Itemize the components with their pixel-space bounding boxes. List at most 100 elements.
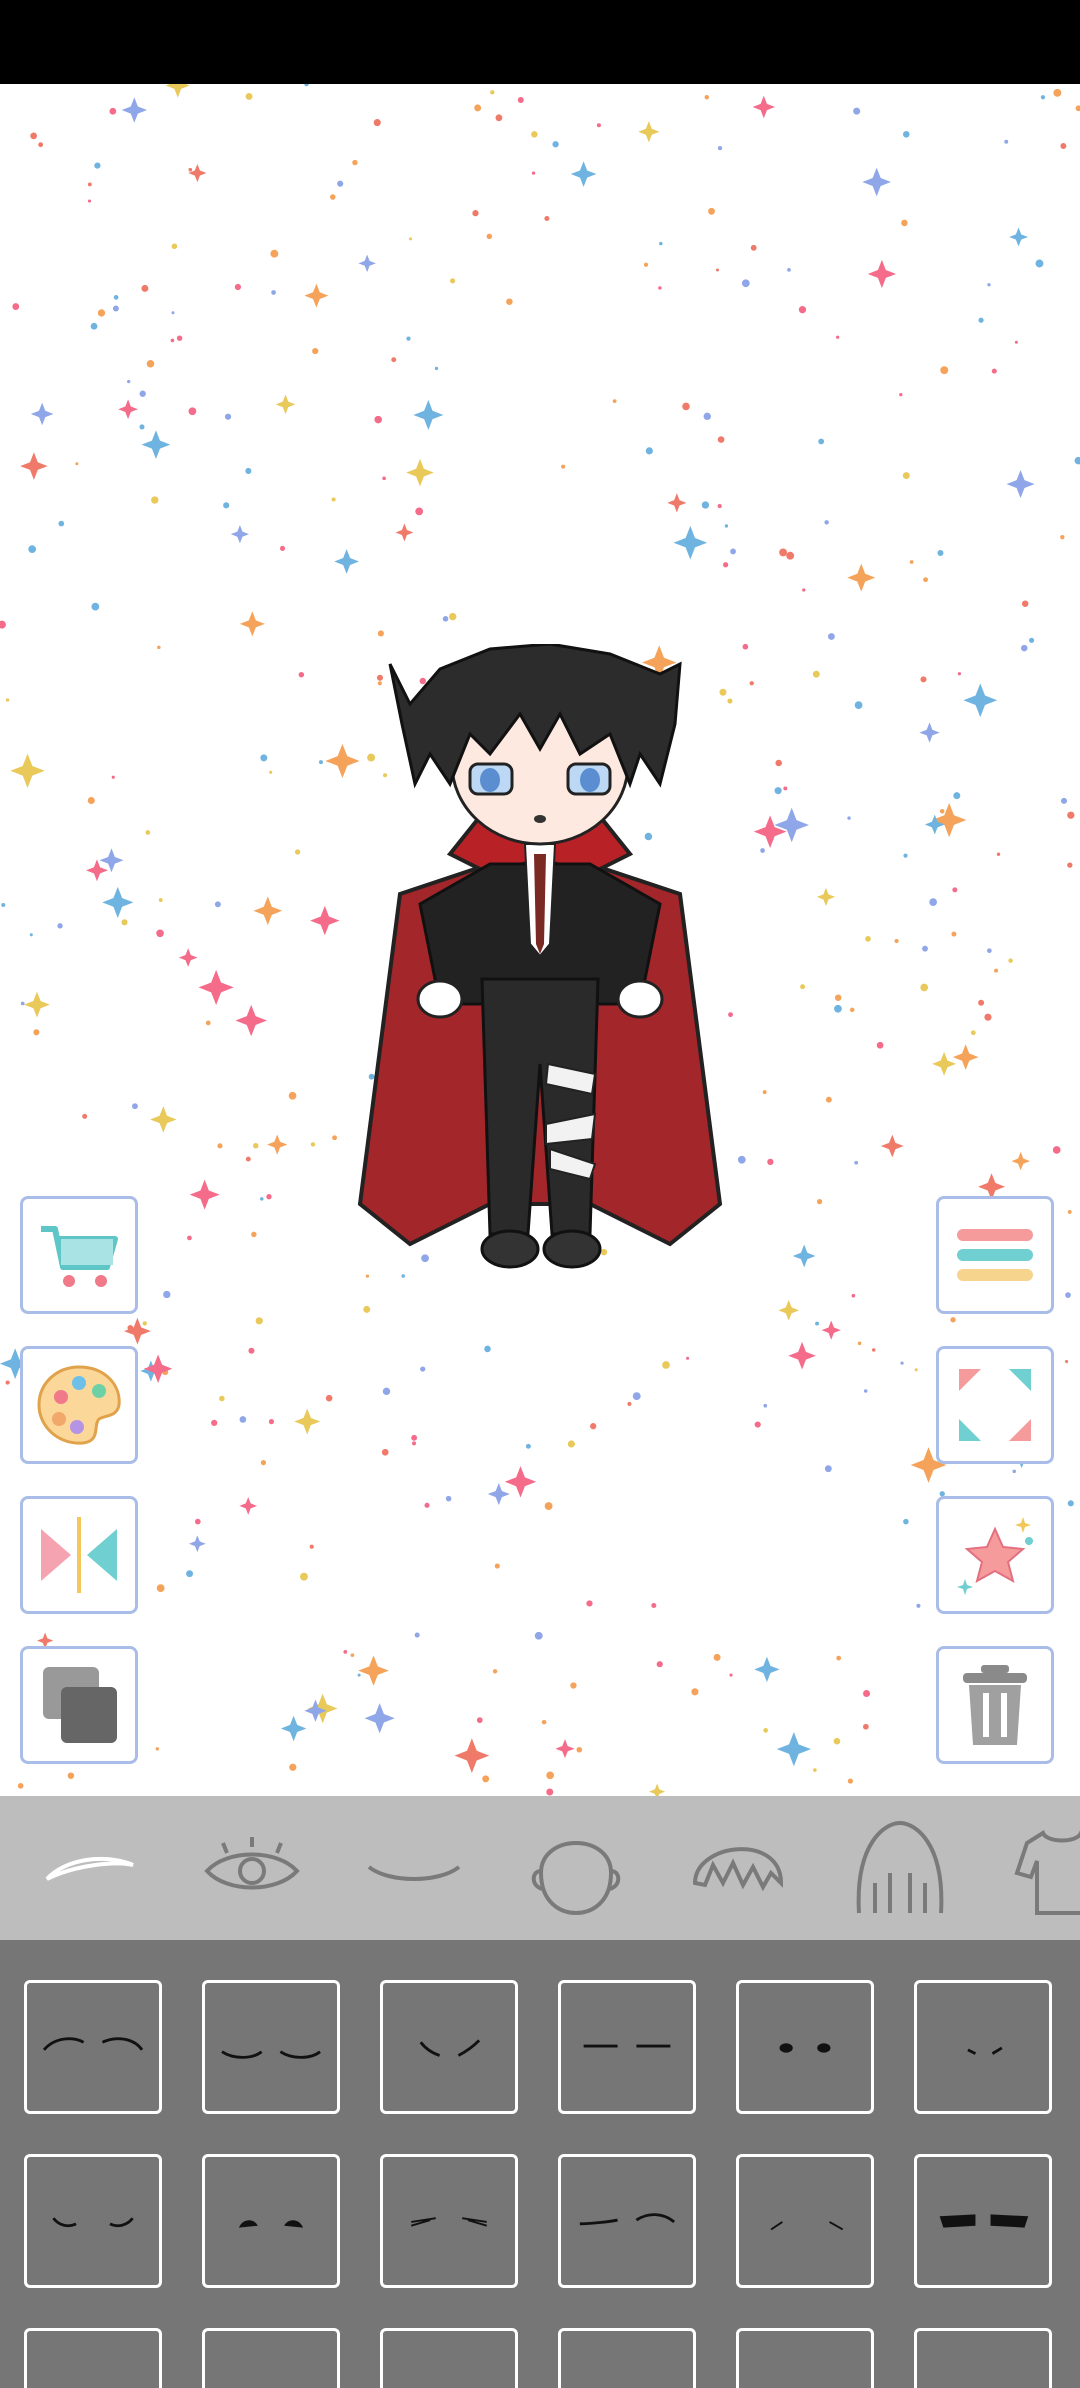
sparkle-dot bbox=[916, 1603, 921, 1608]
eyebrow-style-option[interactable] bbox=[914, 2328, 1052, 2388]
sparkle-dot bbox=[411, 1434, 418, 1441]
sparkle bbox=[880, 1134, 904, 1158]
sparkle bbox=[178, 948, 198, 967]
eyebrow-preview bbox=[221, 2050, 321, 2059]
eyebrow-style-small-slant[interactable] bbox=[914, 1980, 1052, 2114]
sparkle-dot bbox=[38, 142, 44, 148]
tab-face[interactable] bbox=[506, 1796, 646, 1940]
sparkle-dot bbox=[561, 464, 566, 469]
eyebrow-style-angry[interactable] bbox=[380, 1980, 518, 2114]
eyebrow-preview bbox=[383, 2331, 515, 2388]
sparkle-dot bbox=[492, 1669, 498, 1674]
eyebrow-style-option[interactable] bbox=[736, 2328, 874, 2388]
sparkle-dot bbox=[818, 438, 825, 445]
sparkle-dot bbox=[546, 1771, 554, 1780]
sparkle-dot bbox=[951, 931, 957, 937]
sparkle-dot bbox=[815, 1321, 820, 1326]
eyebrow-style-faint-slant[interactable] bbox=[736, 2154, 874, 2288]
tab-eyebrows[interactable] bbox=[20, 1796, 160, 1940]
sparkle bbox=[188, 163, 207, 183]
fullscreen-button[interactable] bbox=[936, 1346, 1054, 1464]
sparkle-dot bbox=[534, 1631, 543, 1640]
sparkle-dot bbox=[715, 268, 719, 272]
sparkle-dot bbox=[546, 1788, 554, 1796]
eyebrow-style-straight[interactable] bbox=[558, 1980, 696, 2114]
tab-clothing[interactable] bbox=[992, 1796, 1080, 1940]
sparkle bbox=[150, 1106, 177, 1133]
sparkle-dot bbox=[171, 243, 178, 250]
sparkle-dot bbox=[139, 390, 146, 397]
character-avatar[interactable] bbox=[340, 644, 740, 1364]
sparkle-dot bbox=[902, 130, 910, 138]
tab-hair[interactable] bbox=[830, 1796, 970, 1940]
sparkle-dot bbox=[703, 412, 711, 421]
eyebrow-style-asymmetric[interactable] bbox=[558, 2154, 696, 2288]
eyebrow-style-dots[interactable] bbox=[736, 1980, 874, 2114]
sparkle-dot bbox=[158, 898, 163, 903]
eyebrow-style-bold-bar[interactable] bbox=[914, 2154, 1052, 2288]
sparkle bbox=[952, 1044, 979, 1070]
sparkle bbox=[124, 1317, 151, 1345]
sparkle-dot bbox=[816, 1199, 823, 1205]
sparkle bbox=[86, 859, 108, 882]
sparkle-dot bbox=[929, 898, 937, 906]
tab-mouth[interactable] bbox=[344, 1796, 484, 1940]
sparkle-dot bbox=[217, 1143, 223, 1149]
layers-button[interactable] bbox=[20, 1646, 138, 1764]
palette-button[interactable] bbox=[20, 1346, 138, 1464]
sparkle-dot bbox=[29, 933, 33, 937]
eyebrow-preview bbox=[27, 2331, 159, 2388]
sparkle-dot bbox=[90, 322, 98, 330]
eyebrow-style-option[interactable] bbox=[558, 2328, 696, 2388]
sparkle-dot bbox=[5, 698, 10, 702]
sparkle-dot bbox=[713, 1653, 721, 1661]
eyebrow-preview bbox=[52, 2217, 134, 2228]
favorite-button[interactable] bbox=[936, 1496, 1054, 1614]
sparkle-dot bbox=[920, 983, 929, 992]
tab-eyes[interactable] bbox=[182, 1796, 322, 1940]
sparkle bbox=[304, 283, 329, 308]
clothing-icon bbox=[1014, 1830, 1080, 1915]
sparkle-dot bbox=[58, 520, 65, 527]
shop-button[interactable] bbox=[20, 1196, 138, 1314]
menu-button[interactable] bbox=[936, 1196, 1054, 1314]
sparkle-dot bbox=[414, 1632, 420, 1638]
sparkle bbox=[102, 886, 134, 918]
sparkle-dot bbox=[798, 306, 807, 314]
sparkle-dot bbox=[541, 1719, 547, 1725]
sparkle-dot bbox=[420, 1366, 426, 1372]
sparkle bbox=[816, 887, 836, 906]
sparkle-dot bbox=[586, 1600, 593, 1607]
bangs-icon bbox=[692, 1847, 784, 1892]
eyebrow-style-option[interactable] bbox=[202, 2328, 340, 2388]
eyebrow-style-option[interactable] bbox=[24, 2328, 162, 2388]
sparkle bbox=[239, 611, 265, 637]
sparkle-dot bbox=[434, 366, 439, 371]
sparkle-dot bbox=[851, 1293, 856, 1298]
sparkle bbox=[776, 1731, 811, 1767]
flip-button[interactable] bbox=[20, 1496, 138, 1614]
sparkle-dot bbox=[544, 215, 550, 222]
eyebrow-style-drooped[interactable] bbox=[24, 2154, 162, 2288]
sparkle-dot bbox=[645, 447, 653, 455]
sparkle-dot bbox=[824, 520, 829, 525]
eyebrow-style-arched[interactable] bbox=[24, 1980, 162, 2114]
eyebrow-style-sketchy[interactable] bbox=[380, 2154, 518, 2288]
sparkle-dot bbox=[1075, 105, 1080, 112]
eyebrow-style-thick-dots[interactable] bbox=[202, 2154, 340, 2288]
delete-button[interactable] bbox=[936, 1646, 1054, 1764]
sparkle-dot bbox=[211, 1419, 218, 1427]
sparkle-dot bbox=[953, 792, 961, 800]
eyebrow-style-option[interactable] bbox=[380, 2328, 518, 2388]
sparkle-dot bbox=[749, 681, 754, 686]
character-canvas[interactable] bbox=[0, 84, 1080, 1796]
sparkle bbox=[10, 753, 45, 789]
sparkle bbox=[504, 1466, 537, 1498]
sparkle bbox=[334, 549, 359, 574]
tab-bangs[interactable] bbox=[668, 1796, 808, 1940]
sparkle-dot bbox=[157, 645, 161, 650]
sparkle-dot bbox=[312, 347, 319, 355]
sparkle-dot bbox=[94, 162, 101, 169]
eyebrow-style-soft-curve[interactable] bbox=[202, 1980, 340, 2114]
sparkle bbox=[792, 1244, 816, 1268]
